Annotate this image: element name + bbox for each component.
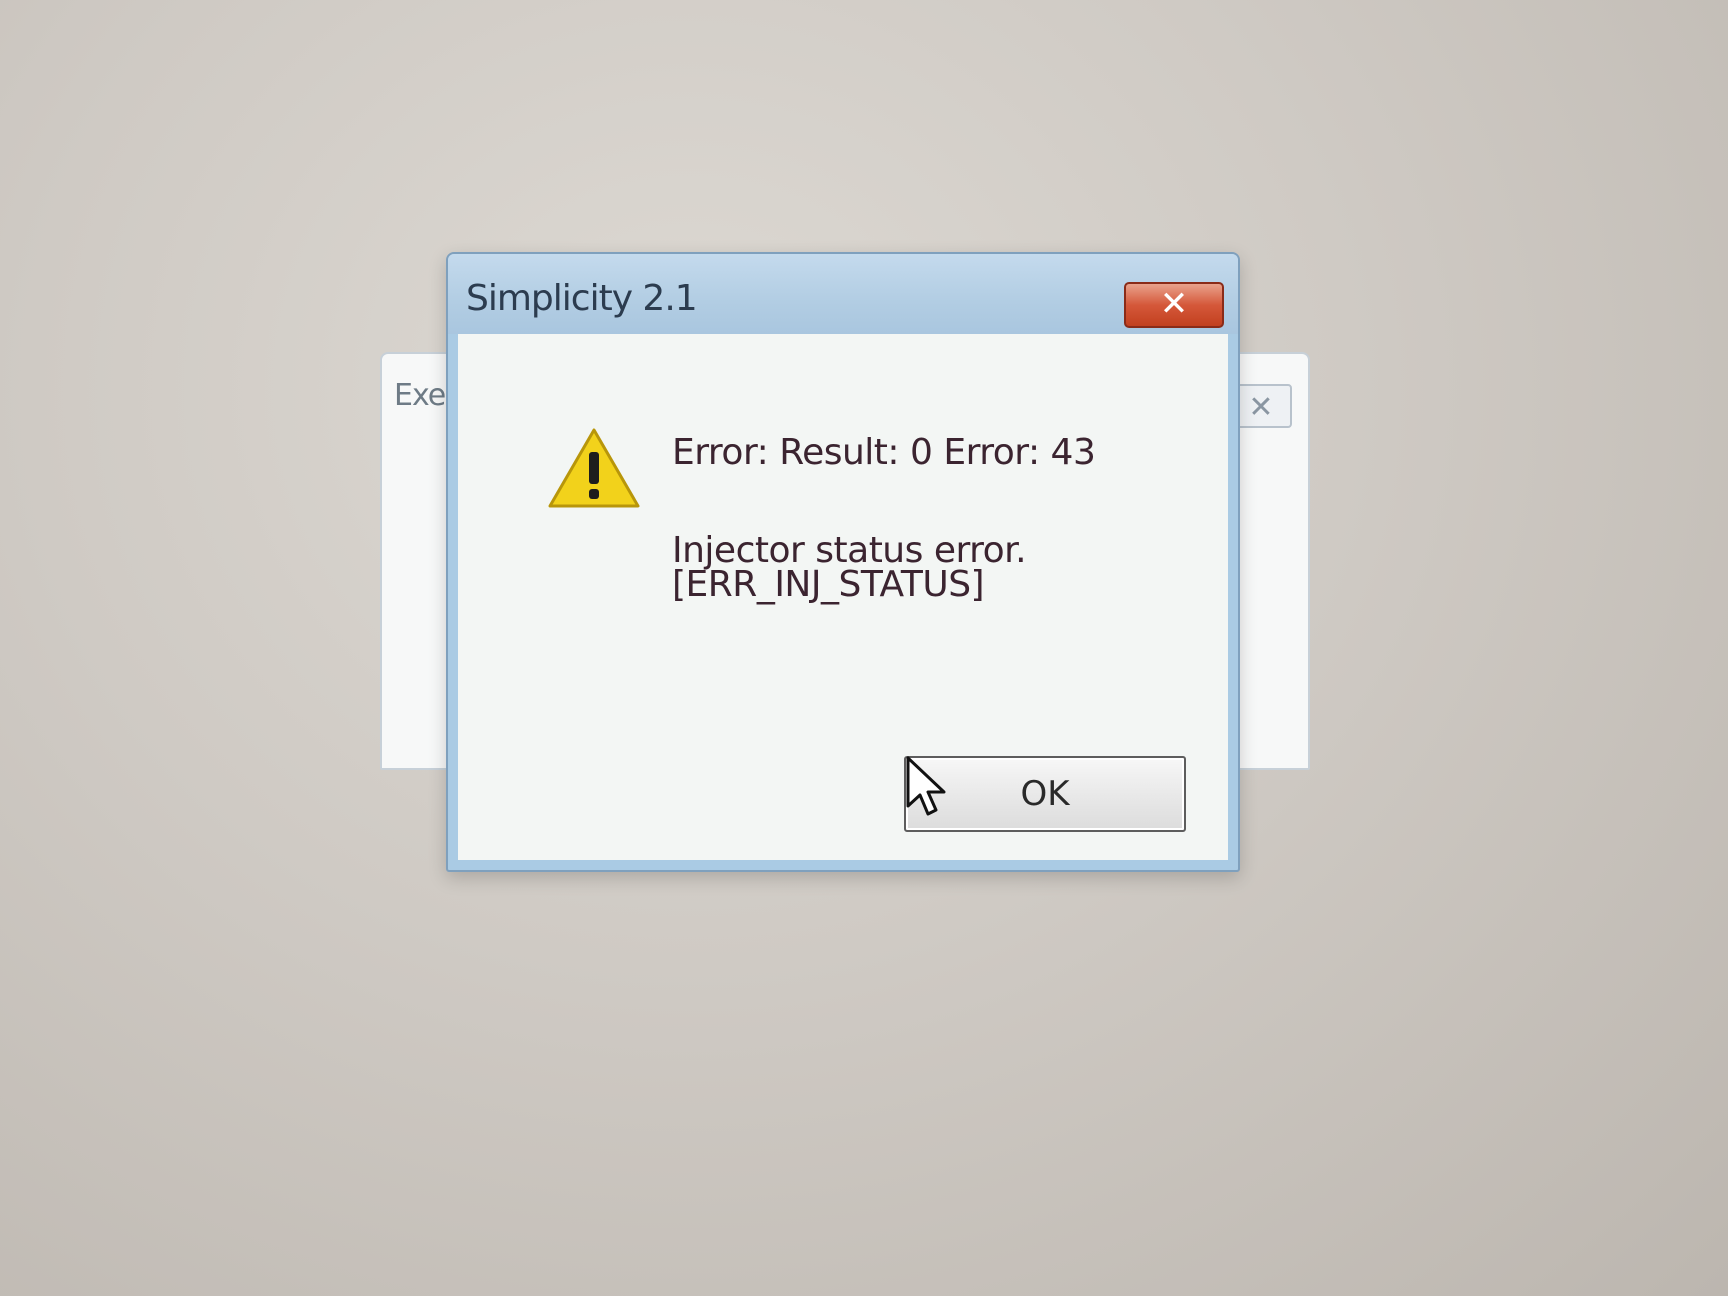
error-dialog: Simplicity 2.1 ✕ Error: Result: 0 Error:… (446, 252, 1240, 872)
background-window-title: Exe (394, 378, 446, 413)
close-button[interactable]: ✕ (1124, 282, 1224, 328)
mouse-pointer-icon (906, 756, 946, 816)
error-identifier: [ERR_INJ_STATUS] (672, 564, 985, 605)
desktop: Exe ✕ Simplicity 2.1 ✕ Error: Result: 0 … (0, 0, 1728, 1296)
warning-triangle-icon (548, 428, 640, 508)
dialog-body: Error: Result: 0 Error: 43 Injector stat… (458, 334, 1228, 860)
dialog-titlebar[interactable]: Simplicity 2.1 ✕ (448, 254, 1238, 334)
dialog-title: Simplicity 2.1 (466, 278, 698, 319)
error-code-message: Error: Result: 0 Error: 43 (672, 432, 1096, 473)
